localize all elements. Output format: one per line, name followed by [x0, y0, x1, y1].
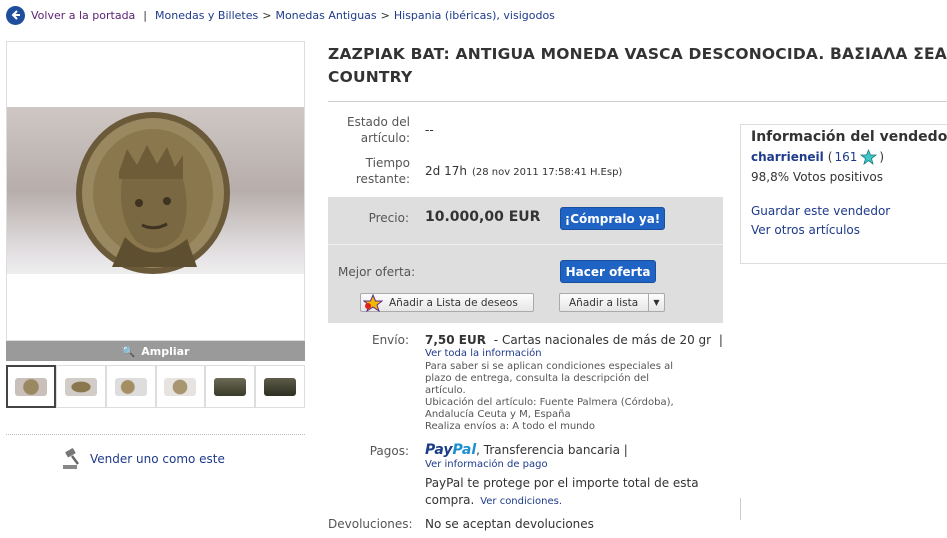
payment-methods-text: , Transferencia bancaria | — [476, 443, 628, 457]
time-remaining-label: Tiempo restante: — [328, 155, 410, 187]
condition-label-line2: artículo: — [360, 131, 410, 145]
ships-to: Realiza envíos a: A todo el mundo — [425, 421, 595, 432]
add-to-list-label: Añadir a lista — [569, 296, 639, 309]
payment-methods: PayPal , Transferencia bancaria | — [425, 442, 628, 458]
other-items-link[interactable]: Ver otros artículos — [751, 223, 937, 237]
dropdown-caret-icon[interactable]: ▼ — [648, 294, 664, 311]
add-to-wishlist-button[interactable]: Añadir a Lista de deseos — [360, 293, 534, 312]
main-image-frame[interactable] — [6, 41, 305, 341]
paypal-protection-line1: PayPal te protege por el importe total d… — [425, 476, 699, 490]
listing-title: ZAZPIAK BAT: ANTIGUA MONEDA VASCA DESCON… — [328, 43, 947, 89]
breadcrumb-separator: > — [262, 8, 272, 22]
feedback-star-icon — [860, 149, 878, 165]
conditions-link[interactable]: Ver condiciones. — [480, 496, 562, 507]
payments-label: Pagos: — [369, 444, 409, 458]
zoom-icon: 🔍 — [121, 344, 136, 358]
zoom-button[interactable]: 🔍 Ampliar — [6, 341, 305, 361]
time-left: 2d 17h — [425, 164, 467, 178]
condition-label-line1: Estado del — [347, 115, 410, 129]
paypal-protection: PayPal te protege por el importe total d… — [425, 475, 725, 509]
shipping-note-line3: artículo. — [425, 385, 466, 396]
price-label: Precio: — [368, 211, 409, 225]
shipping-notes: Para saber si se aplican condiciones esp… — [425, 361, 725, 433]
add-to-list-dropdown[interactable]: Añadir a lista ▼ — [559, 293, 665, 312]
paypal-logo-icon: PayPal — [425, 442, 476, 458]
time-label-line1: Tiempo — [365, 156, 410, 170]
shipping-info-link[interactable]: Ver toda la información — [425, 348, 542, 360]
coin-photo[interactable] — [7, 107, 304, 274]
seller-id-row: charrieneil ( 161 ) — [751, 149, 937, 165]
shipping-method: - Cartas nacionales de más de 20 gr — [493, 333, 712, 347]
thumbnail-4[interactable] — [155, 365, 206, 408]
breadcrumb-item-monedas-billetes[interactable]: Monedas y Billetes — [155, 9, 258, 22]
title-line-1: ZAZPIAK BAT: ANTIGUA MONEDA VASCA DESCON… — [328, 45, 947, 63]
time-remaining-value: 2d 17h (28 nov 2011 17:58:41 H.Esp) — [425, 164, 622, 179]
price-box-divider — [328, 244, 723, 245]
title-line-2: COUNTRY — [328, 68, 413, 86]
save-seller-link[interactable]: Guardar este vendedor — [751, 204, 937, 218]
breadcrumb-item-hispania[interactable]: Hispania (ibéricas), visigodos — [394, 9, 555, 22]
breadcrumb: Volver a la portada | Monedas y Billetes… — [6, 5, 555, 25]
gavel-icon — [63, 448, 79, 469]
returns-value: No se aceptan devoluciones — [425, 517, 594, 531]
divider — [6, 434, 305, 435]
paypal-logo-pal: Pal — [452, 442, 477, 458]
end-date: (28 nov 2011 17:58:41 H.Esp) — [471, 167, 623, 178]
sell-similar-label: Vender uno como este — [90, 452, 225, 466]
breadcrumb-separator: > — [380, 8, 390, 22]
positive-feedback: 98,8% Votos positivos — [751, 170, 883, 184]
best-offer-label: Mejor oferta: — [338, 265, 416, 279]
item-location-line2: Andalucía Ceuta y M, España — [425, 409, 571, 420]
back-to-home-link[interactable]: Volver a la portada — [31, 9, 135, 22]
thumbnail-5[interactable] — [205, 365, 256, 408]
seller-name-link[interactable]: charrieneil — [751, 150, 824, 164]
item-location-line1: Ubicación del artículo: Fuente Palmera (… — [425, 397, 674, 408]
thumbnail-1[interactable] — [6, 365, 56, 408]
zoom-label: Ampliar — [141, 344, 190, 358]
feedback-score-link[interactable]: 161 — [834, 150, 857, 164]
shipping-note-line2: plazo de entrega, consulta la descripció… — [425, 373, 649, 384]
shipping-cost: 7,50 EUR — [425, 333, 486, 347]
payment-info-link[interactable]: Ver información de pago — [425, 459, 548, 471]
condition-value: -- — [425, 123, 434, 137]
breadcrumb-item-monedas-antiguas[interactable]: Monedas Antiguas — [275, 9, 376, 22]
open-paren: ( — [827, 150, 833, 164]
close-paren: ) — [879, 150, 885, 164]
thumbnail-6[interactable] — [255, 365, 305, 408]
price-value: 10.000,00 EUR — [425, 209, 541, 225]
wishlist-label: Añadir a Lista de deseos — [389, 296, 518, 309]
seller-info-panel: Información del vendedor charrieneil ( 1… — [740, 124, 947, 264]
seller-heading: Información del vendedor — [751, 129, 947, 145]
shipping-label: Envío: — [371, 333, 409, 347]
condition-label: Estado del artículo: — [328, 114, 410, 146]
returns-label: Devoluciones: — [328, 517, 413, 531]
paypal-logo-pay: Pay — [425, 442, 453, 458]
make-offer-button[interactable]: Hacer oferta — [560, 260, 656, 283]
wishlist-star-icon — [363, 293, 383, 312]
shipping-note-line1: Para saber si se aplican condiciones esp… — [425, 361, 673, 372]
thumbnail-3[interactable] — [105, 365, 156, 408]
back-arrow-icon[interactable] — [6, 5, 25, 25]
shipping-summary: 7,50 EUR - Cartas nacionales de más de 2… — [425, 333, 723, 347]
paypal-protection-line2: compra. — [425, 493, 475, 507]
image-gallery: 🔍 Ampliar — [6, 41, 305, 408]
thumbnail-strip — [6, 365, 305, 408]
sell-similar-link[interactable]: Vender uno como este — [62, 448, 225, 470]
title-divider — [328, 101, 947, 102]
column-divider — [740, 498, 741, 520]
buy-now-button[interactable]: ¡Cómpralo ya! — [560, 207, 665, 230]
pipe-divider: | — [718, 333, 723, 347]
breadcrumb-divider: | — [143, 8, 148, 22]
time-label-line2: restante: — [355, 172, 410, 186]
thumbnail-2[interactable] — [55, 365, 106, 408]
